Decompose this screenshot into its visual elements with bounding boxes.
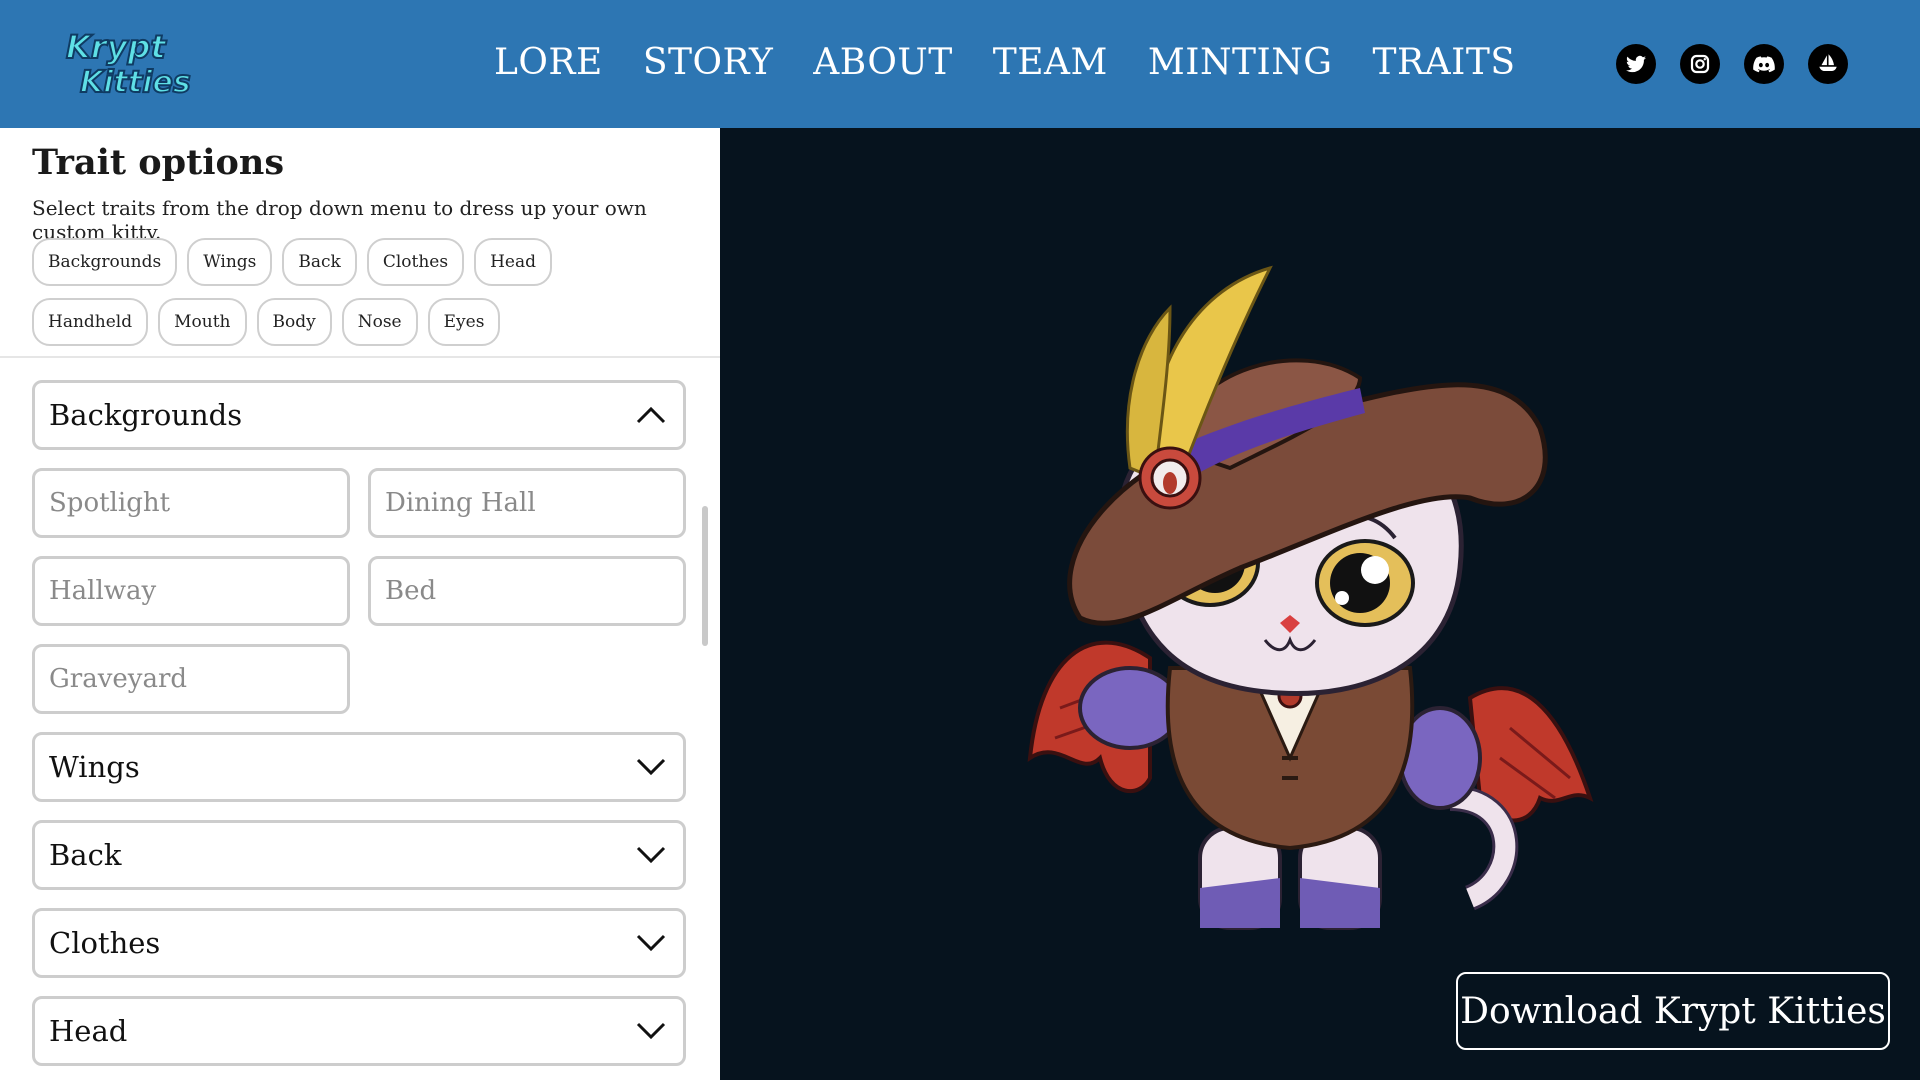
nav-lore[interactable]: LORE [494, 42, 603, 83]
chip-eyes[interactable]: Eyes [427, 298, 501, 346]
chip-body[interactable]: Body [256, 298, 332, 346]
chip-nose[interactable]: Nose [341, 298, 418, 346]
trait-options-panel: Trait options Select traits from the dro… [0, 128, 720, 1080]
accordion-backgrounds[interactable]: Backgrounds [32, 380, 686, 450]
chip-backgrounds[interactable]: Backgrounds [32, 238, 178, 286]
chip-clothes[interactable]: Clothes [366, 238, 465, 286]
chip-wings[interactable]: Wings [187, 238, 273, 286]
chevron-up-icon [636, 406, 666, 424]
option-bed[interactable]: Bed [368, 556, 686, 626]
opensea-icon[interactable] [1808, 44, 1848, 84]
accordion-label: Head [49, 1014, 128, 1048]
chevron-down-icon [636, 758, 666, 776]
svg-text:Kitties: Kitties [80, 65, 191, 100]
option-spotlight[interactable]: Spotlight [32, 468, 350, 538]
svg-text:Krypt: Krypt [66, 28, 167, 66]
chevron-down-icon [636, 934, 666, 952]
option-hallway[interactable]: Hallway [32, 556, 350, 626]
chevron-down-icon [636, 1022, 666, 1040]
panel-subtitle: Select traits from the drop down menu to… [32, 196, 647, 244]
instagram-icon[interactable] [1680, 44, 1720, 84]
chip-head[interactable]: Head [474, 238, 552, 286]
twitter-icon[interactable] [1616, 44, 1656, 84]
background-options: Spotlight Dining Hall Hallway Bed Gravey… [32, 468, 688, 714]
chip-handheld[interactable]: Handheld [32, 298, 149, 346]
nav-team[interactable]: TEAM [993, 42, 1108, 83]
option-dining-hall[interactable]: Dining Hall [368, 468, 686, 538]
krypt-kitties-logo[interactable]: Krypt Kitties [60, 22, 200, 102]
nav-minting[interactable]: MINTING [1148, 42, 1333, 83]
nav-about[interactable]: ABOUT [813, 42, 953, 83]
trait-accordion: Backgrounds Spotlight Dining Hall Hallwa… [32, 380, 688, 1080]
divider [0, 356, 720, 358]
trait-chip-list: Backgrounds Wings Back Clothes Head Hand… [32, 238, 672, 346]
accordion-label: Back [49, 838, 122, 872]
option-graveyard[interactable]: Graveyard [32, 644, 350, 714]
accordion-clothes[interactable]: Clothes [32, 908, 686, 978]
accordion-wings[interactable]: Wings [32, 732, 686, 802]
social-links [1616, 44, 1848, 84]
kitty-illustration [1027, 265, 1594, 930]
scrollbar-thumb[interactable] [702, 506, 708, 646]
chip-mouth[interactable]: Mouth [158, 298, 247, 346]
chevron-down-icon [636, 846, 666, 864]
panel-title: Trait options [32, 142, 285, 183]
accordion-back[interactable]: Back [32, 820, 686, 890]
nav-story[interactable]: STORY [643, 42, 773, 83]
accordion-label: Clothes [49, 926, 161, 960]
kitty-preview: Download Krypt Kitties [720, 128, 1920, 1080]
main-nav: LORE STORY ABOUT TEAM MINTING TRAITS [494, 32, 1516, 92]
nav-traits[interactable]: TRAITS [1373, 42, 1516, 83]
accordion-label: Backgrounds [49, 398, 243, 432]
chip-back[interactable]: Back [282, 238, 357, 286]
discord-icon[interactable] [1744, 44, 1784, 84]
site-header: Krypt Kitties LORE STORY ABOUT TEAM MINT… [0, 0, 1920, 128]
accordion-label: Wings [49, 750, 140, 784]
accordion-head[interactable]: Head [32, 996, 686, 1066]
download-button[interactable]: Download Krypt Kitties [1456, 972, 1890, 1050]
